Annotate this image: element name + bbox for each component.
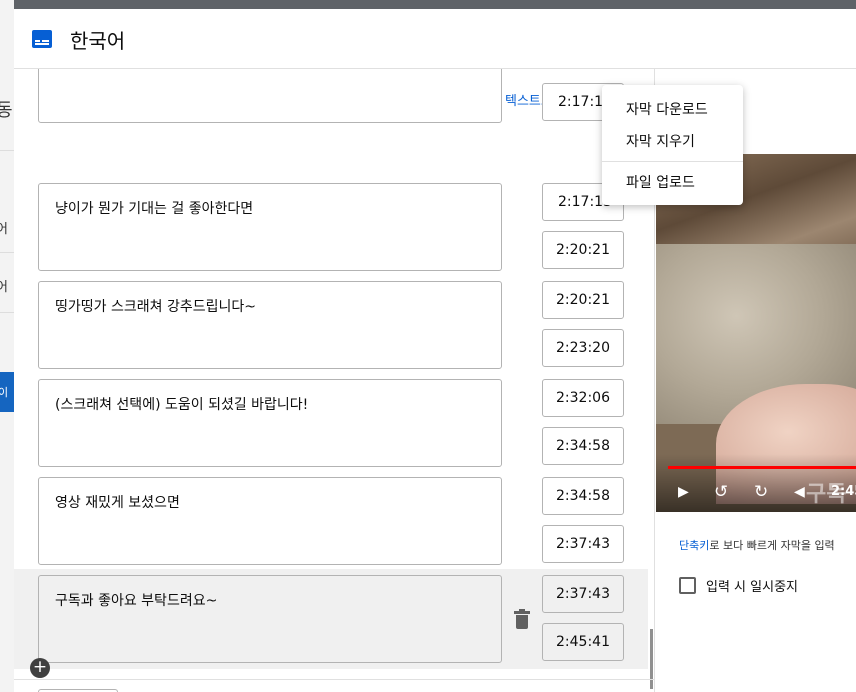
video-progress-bar[interactable] (668, 466, 856, 469)
menu-item-upload-file[interactable]: 파일 업로드 (602, 166, 743, 198)
subtitle-row: 냥이가 뭔가 기대는 걸 좋아한다면 2:17:13 2:20:21 (14, 183, 648, 281)
shortcut-hint-text: 로 보다 빠르게 자막을 입력 (709, 539, 835, 552)
subtitle-end-time[interactable]: 2:23:20 (542, 329, 624, 367)
options-menu: 자막 다운로드 자막 지우기 파일 업로드 (602, 85, 743, 205)
subtitles-icon (32, 30, 52, 48)
play-icon[interactable]: ▶ (678, 484, 689, 500)
volume-icon[interactable]: ◀ (794, 484, 805, 500)
dialog-title: 한국어 (70, 29, 126, 53)
subtitle-end-time[interactable]: 2:45:41 (542, 623, 624, 661)
background-fragment: 동 (0, 100, 13, 121)
menu-divider (602, 161, 743, 162)
subtitle-text-input[interactable] (38, 69, 502, 123)
subtitle-text-input[interactable]: 냥이가 뭔가 기대는 걸 좋아한다면 (38, 183, 502, 271)
subtitle-text-input[interactable]: 구독과 좋아요 부탁드려요~ (38, 575, 502, 663)
footer-divider (14, 679, 654, 680)
subtitle-start-time[interactable]: 2:37:43 (542, 575, 624, 613)
video-player[interactable]: ▶ ↺ ↻ ◀ 구독 2:45 (656, 154, 856, 512)
subtitle-text-input[interactable]: (스크래쳐 선택에) 도움이 되셨길 바랍니다! (38, 379, 502, 467)
subtitle-row: (스크래쳐 선택에) 도움이 되셨길 바랍니다! 2:32:06 2:34:58 (14, 379, 648, 477)
plus-circle-icon: + (32, 657, 48, 677)
subtitle-editor-panel: + 자막 텍스트로 편집 2:17:13 냥이가 뭔가 기대는 걸 좋아한다면 … (14, 69, 654, 692)
delete-subtitle-button[interactable] (514, 609, 530, 629)
forward-10-icon[interactable]: ↻ (754, 482, 768, 502)
shortcut-hint: 단축키로 보다 빠르게 자막을 입력 (679, 537, 835, 553)
subtitle-text-input[interactable]: 영상 재밌게 보셨으면 (38, 477, 502, 565)
background-topbar (0, 0, 856, 9)
menu-item-download-subtitles[interactable]: 자막 다운로드 (602, 93, 743, 125)
pause-while-typing-checkbox[interactable] (679, 577, 696, 594)
menu-item-clear-subtitles[interactable]: 자막 지우기 (602, 125, 743, 157)
subtitle-start-time[interactable]: 2:32:06 (542, 379, 624, 417)
background-fragment: 어 (0, 222, 8, 237)
subtitle-start-time[interactable]: 2:20:21 (542, 281, 624, 319)
pause-while-typing-label: 입력 시 일시중지 (706, 580, 798, 595)
shortcut-link[interactable]: 단축키 (679, 539, 709, 552)
background-page: 동 어 어 이 (0, 0, 14, 692)
subtitle-row: 띵가띵가 스크래쳐 강추드립니다~ 2:20:21 2:23:20 (14, 281, 648, 379)
subtitle-row: 2:17:13 (14, 69, 648, 123)
subtitle-row: 영상 재밌게 보셨으면 2:34:58 2:37:43 (14, 477, 648, 575)
background-divider (0, 252, 14, 253)
subtitle-end-time[interactable]: 2:34:58 (542, 427, 624, 465)
background-divider (0, 150, 14, 151)
subtitle-end-time[interactable]: 2:37:43 (542, 525, 624, 563)
rewind-10-icon[interactable]: ↺ (714, 482, 728, 502)
background-divider (0, 312, 14, 313)
pause-while-typing-option[interactable]: 입력 시 일시중지 (679, 576, 798, 595)
subtitle-end-time[interactable]: 2:20:21 (542, 231, 624, 269)
subtitle-start-time[interactable]: 2:34:58 (542, 477, 624, 515)
insert-subtitle-button[interactable]: + (30, 658, 50, 678)
background-fragment: 어 (0, 280, 8, 295)
editor-scrollbar[interactable] (650, 629, 653, 689)
subtitle-text-input[interactable]: 띵가띵가 스크래쳐 강추드립니다~ (38, 281, 502, 369)
dialog-header: 한국어 (14, 9, 856, 69)
video-time-readout: 2:45 (831, 484, 856, 499)
subtitle-row-selected: 구독과 좋아요 부탁드려요~ 2:37:43 2:45:41 + (14, 569, 648, 678)
background-blue-button: 이 (0, 372, 14, 412)
background-fragment: 이 (0, 386, 9, 399)
